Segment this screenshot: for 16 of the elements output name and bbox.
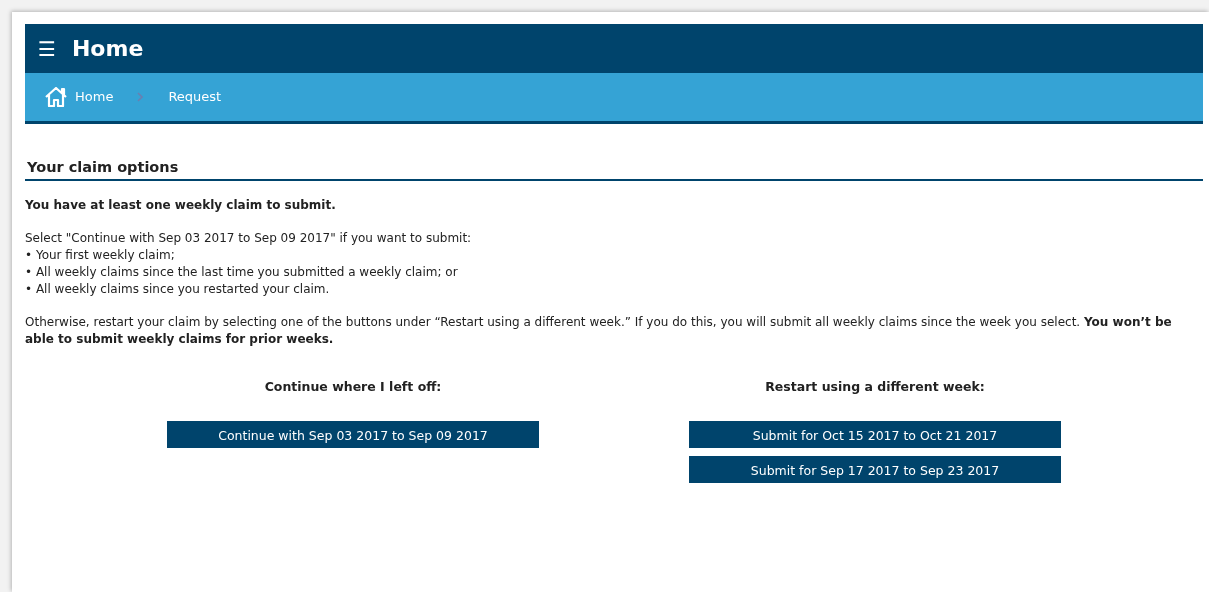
page-title: Home (71, 35, 144, 63)
bullet-item: • All weekly claims since you restarted your claim. (25, 280, 331, 298)
bullet-item: • All weekly claims since the last time you submitted a weekly claim; or (25, 263, 459, 281)
instructions-text: Select "Continue with Sep 03 2017 to Sep 09 2017" if you want to submit: (25, 229, 473, 247)
section-heading: Your claim options (27, 159, 179, 175)
column-heading: Continue where I left off: (264, 377, 442, 396)
chevron-icon (137, 92, 145, 102)
bullet-item: • Your first weekly claim; (25, 246, 176, 264)
intro-text: You have at least one weekly claim to submit. (25, 196, 337, 214)
column-heading: Restart using a different week: (765, 377, 985, 396)
week-button[interactable]: Continue with Sep 03 2017 to Sep 09 2017 (167, 420, 539, 448)
home-icon (45, 87, 67, 107)
week-button[interactable]: Submit for Sep 17 2017 to Sep 23 2017 (689, 455, 1061, 483)
menu-icon[interactable]: ☰ (38, 38, 56, 59)
week-button[interactable]: Submit for Oct 15 2017 to Oct 21 2017 (689, 420, 1061, 448)
instructions-paragraph: Otherwise, restart your claim by selecting one of the buttons under “Restart using a different week.” If you do this, you will submit all weekly claims since the week you select. You won’t be able to submit weekly claims for prior weeks. (25, 313, 1173, 348)
